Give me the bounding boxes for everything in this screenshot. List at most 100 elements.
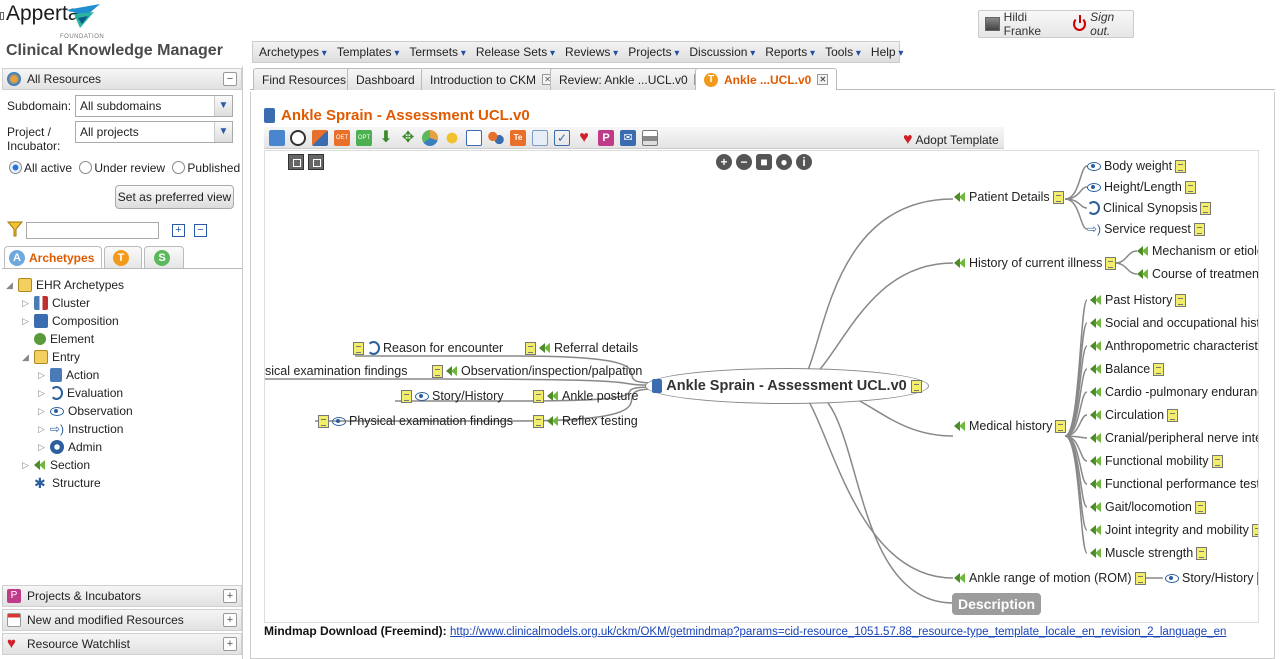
tree-item-root[interactable]: ◢ EHR Archetypes	[6, 276, 124, 294]
tab-find-resources[interactable]: Find Resources	[253, 68, 356, 90]
subdomain-select[interactable]: All subdomains ▼	[75, 95, 233, 117]
tree-item-element[interactable]: Element	[22, 330, 94, 348]
info-icon[interactable]: i	[796, 154, 812, 170]
project-select[interactable]: All projects ▼	[75, 121, 233, 143]
close-icon[interactable]: ✕	[817, 74, 829, 85]
new-modified-header[interactable]: New and modified Resources +	[2, 609, 242, 631]
opt-icon[interactable]: OPT	[356, 130, 372, 146]
tree-item-action[interactable]: ▷ Action	[38, 366, 99, 384]
all-resources-header[interactable]: All Resources −	[2, 68, 242, 90]
book-icon[interactable]	[466, 130, 482, 146]
view-icon[interactable]	[269, 130, 285, 146]
node-observation-inspection[interactable]: Observation/inspection/palpation	[432, 363, 642, 379]
tree-item-instruction[interactable]: ▷ ⇨) Instruction	[38, 420, 123, 438]
node-description[interactable]: Description	[952, 593, 1042, 615]
node-body-weight[interactable]: Body weight	[1087, 158, 1187, 174]
sign-out-link[interactable]: Sign out.	[1090, 10, 1133, 38]
node-circulation[interactable]: Circulation	[1090, 407, 1179, 423]
menu-templates[interactable]: Templates	[337, 45, 400, 59]
award-icon[interactable]	[444, 130, 460, 146]
watchlist-header[interactable]: ♥ Resource Watchlist +	[2, 633, 242, 655]
tab-archetypes[interactable]: A Archetypes	[4, 246, 102, 268]
expand-all-icon[interactable]: +	[172, 224, 185, 237]
node-physical-exam-partial[interactable]: sical examination findings	[265, 363, 407, 379]
tree-item-entry[interactable]: ◢ Entry	[22, 348, 80, 366]
terminology-icon[interactable]: Te	[510, 130, 526, 146]
node-gait-locomotion[interactable]: Gait/locomotion	[1090, 499, 1206, 515]
tab-dashboard[interactable]: Dashboard	[347, 68, 424, 90]
node-social-occupational[interactable]: Social and occupational histo	[1090, 315, 1258, 331]
node-ankle-posture[interactable]: Ankle posture	[533, 388, 638, 404]
node-anthropometric[interactable]: Anthropometric characteristic	[1090, 338, 1258, 354]
mindmap-icon[interactable]	[290, 130, 306, 146]
view-mode-button-1[interactable]	[288, 154, 304, 170]
download-link[interactable]: http://www.clinicalmodels.org.uk/ckm/OKM…	[450, 626, 1226, 638]
tree-item-composition[interactable]: ▷ Composition	[22, 312, 119, 330]
reset-icon[interactable]: ●	[776, 154, 792, 170]
zoom-out-icon[interactable]: −	[736, 154, 752, 170]
node-height-length[interactable]: Height/Length	[1087, 179, 1196, 195]
expand-arrows-icon[interactable]: ✥	[400, 130, 416, 146]
email-icon[interactable]: ✉	[620, 130, 636, 146]
menu-tools[interactable]: Tools	[825, 45, 861, 59]
view-mode-button-2[interactable]	[308, 154, 324, 170]
node-functional-performance[interactable]: Functional performance testin	[1090, 476, 1258, 492]
node-reason-for-encounter[interactable]: Reason for encounter	[353, 340, 503, 356]
tab-templates[interactable]: T	[104, 246, 142, 268]
expand-icon[interactable]: +	[223, 589, 237, 603]
project-icon[interactable]: P	[598, 130, 614, 146]
set-preferred-view-button[interactable]: Set as preferred view	[115, 185, 234, 209]
heart-icon[interactable]: ♥	[576, 130, 592, 146]
zoom-in-icon[interactable]: +	[716, 154, 732, 170]
collapse-all-icon[interactable]: −	[194, 224, 207, 237]
menu-reviews[interactable]: Reviews	[565, 45, 618, 59]
user-name[interactable]: Hildi Franke	[1004, 10, 1062, 38]
tab-introduction[interactable]: Introduction to CKM ✕	[421, 68, 563, 90]
tree-item-evaluation[interactable]: ▷ Evaluation	[38, 384, 123, 402]
radio-all-active[interactable]	[9, 161, 22, 174]
menu-projects[interactable]: Projects	[628, 45, 679, 59]
tree-item-admin[interactable]: ▷ Admin	[38, 438, 102, 456]
node-cardio-pulmonary[interactable]: Cardio -pulmonary enduranc	[1090, 384, 1258, 400]
collapse-icon[interactable]: −	[223, 72, 237, 86]
node-story-history-right[interactable]: Story/History	[1165, 570, 1258, 586]
node-referral-details[interactable]: Referral details	[525, 340, 638, 356]
power-icon[interactable]	[1073, 15, 1087, 31]
menu-discussion[interactable]: Discussion	[689, 45, 755, 59]
node-physical-exam[interactable]: Physical examination findings	[318, 413, 513, 429]
node-service-request[interactable]: ⇨) Service request	[1087, 221, 1205, 237]
download-icon[interactable]: ⬇	[378, 130, 394, 146]
menu-termsets[interactable]: Termsets	[409, 45, 466, 59]
node-joint-integrity[interactable]: Joint integrity and mobility	[1090, 522, 1258, 538]
expand-icon[interactable]: +	[223, 637, 237, 651]
node-story-history-left[interactable]: Story/History	[401, 388, 504, 404]
tab-active-template[interactable]: T Ankle ...UCL.v0 ✕	[695, 68, 838, 90]
tree-item-observation[interactable]: ▷ Observation	[38, 402, 133, 420]
tree-item-structure[interactable]: ✱ Structure	[22, 474, 101, 492]
radio-under-review[interactable]	[79, 161, 93, 174]
mindmap-canvas[interactable]: + − ■ ● i Ankle Sprain - Assessment UCL.…	[264, 150, 1259, 623]
projects-incubators-header[interactable]: P Projects & Incubators +	[2, 585, 242, 607]
node-patient-details[interactable]: Patient Details	[954, 189, 1064, 205]
menu-help[interactable]: Help	[871, 45, 904, 59]
node-muscle-strength[interactable]: Muscle strength	[1090, 545, 1208, 561]
adopt-template-button[interactable]: ♥ Adopt Template	[903, 131, 999, 149]
node-ankle-rom[interactable]: Ankle range of motion (ROM)	[954, 570, 1146, 586]
radio-published[interactable]	[172, 161, 186, 174]
discussion-icon[interactable]	[488, 130, 504, 146]
filter-icon[interactable]	[6, 221, 24, 237]
menu-archetypes[interactable]: Archetypes	[259, 45, 327, 59]
node-functional-mobility[interactable]: Functional mobility	[1090, 453, 1223, 469]
menu-reports[interactable]: Reports	[765, 45, 815, 59]
expand-icon[interactable]: +	[223, 613, 237, 627]
node-clinical-synopsis[interactable]: Clinical Synopsis	[1087, 200, 1212, 216]
fit-icon[interactable]: ■	[756, 154, 772, 170]
oet-icon[interactable]: OET	[334, 130, 350, 146]
mindmap-root-node[interactable]: Ankle Sprain - Assessment UCL.v0	[645, 368, 929, 404]
node-mechanism[interactable]: Mechanism or etiolo	[1137, 243, 1258, 259]
node-cranial-nerve[interactable]: Cranial/peripheral nerve integ	[1090, 430, 1258, 446]
apperta-logo[interactable]: Apperta FOUNDATION Clinical Knowledge Ma…	[0, 0, 250, 64]
hierarchy-icon[interactable]	[312, 130, 328, 146]
print-icon[interactable]	[642, 130, 658, 146]
node-reflex-testing[interactable]: Reflex testing	[533, 413, 638, 429]
